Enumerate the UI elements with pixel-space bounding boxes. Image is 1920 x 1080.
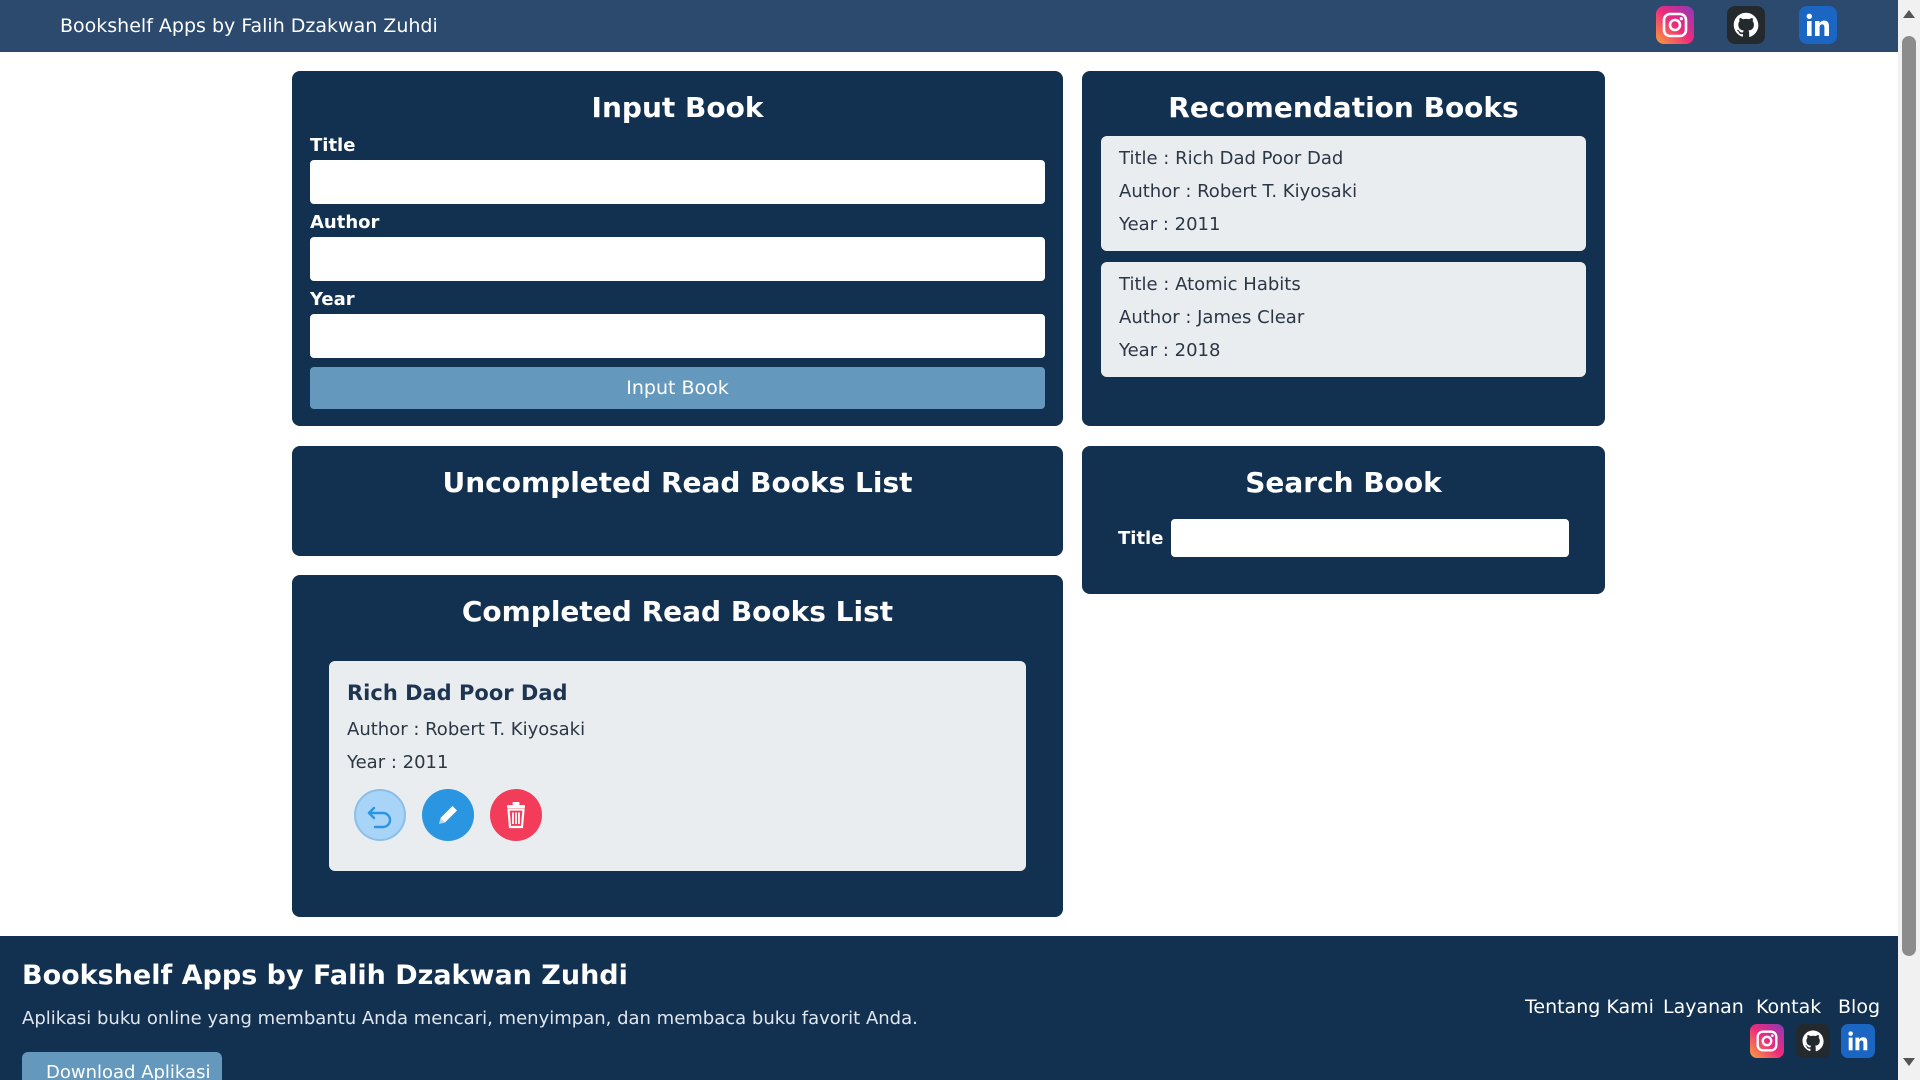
instagram-icon[interactable] — [1656, 6, 1694, 44]
delete-button[interactable] — [490, 789, 542, 841]
book-title: Rich Dad Poor Dad — [347, 681, 568, 705]
search-input[interactable] — [1171, 519, 1569, 557]
edit-icon — [439, 806, 457, 824]
rec-author: Author : Robert T. Kiyosaki — [1119, 181, 1358, 202]
footer-title: Bookshelf Apps by Falih Dzakwan Zuhdi — [22, 960, 628, 991]
page-scrollbar[interactable] — [1898, 0, 1920, 1080]
rec-author: Author : James Clear — [1119, 307, 1305, 328]
search-book-panel: Search Book Title — [1082, 446, 1605, 594]
top-navbar: Bookshelf Apps by Falih Dzakwan Zuhdi — [0, 0, 1898, 52]
recommendation-panel: Recomendation Books Title : Rich Dad Poo… — [1082, 71, 1605, 426]
rec-year: Year : 2018 — [1119, 340, 1221, 361]
app-title[interactable]: Bookshelf Apps by Falih Dzakwan Zuhdi — [60, 15, 438, 37]
author-label: Author — [310, 212, 380, 233]
completed-book-card: Rich Dad Poor Dad Author : Robert T. Kiy… — [329, 661, 1026, 871]
undo-button[interactable] — [354, 789, 406, 841]
completed-books-panel: Completed Read Books List Rich Dad Poor … — [292, 575, 1063, 917]
uncompleted-books-panel: Uncompleted Read Books List — [292, 446, 1063, 556]
input-book-panel: Input Book Title Author Year Input Book — [292, 71, 1063, 426]
rec-year: Year : 2011 — [1119, 214, 1221, 235]
year-label: Year — [310, 289, 355, 310]
footer-description: Aplikasi buku online yang membantu Anda … — [22, 1008, 918, 1029]
book-author: Author : Robert T. Kiyosaki — [347, 719, 586, 740]
github-icon[interactable] — [1727, 6, 1765, 44]
undo-icon — [367, 806, 392, 829]
footer: Bookshelf Apps by Falih Dzakwan Zuhdi Ap… — [0, 936, 1898, 1080]
footer-link-tentang-kami[interactable]: Tentang Kami — [1525, 996, 1654, 1018]
edit-button[interactable] — [422, 789, 474, 841]
search-heading: Search Book — [1245, 466, 1442, 499]
input-book-heading: Input Book — [591, 91, 764, 124]
year-input[interactable] — [310, 314, 1045, 358]
download-app-button[interactable]: Download Aplikasi — [22, 1052, 222, 1080]
completed-heading: Completed Read Books List — [461, 595, 894, 628]
scroll-up-arrow-icon[interactable] — [1903, 10, 1915, 18]
title-input[interactable] — [310, 160, 1045, 204]
footer-instagram-icon[interactable] — [1750, 1024, 1784, 1058]
book-year: Year : 2011 — [347, 752, 449, 773]
author-input[interactable] — [310, 237, 1045, 281]
rec-title: Title : Atomic Habits — [1119, 274, 1301, 295]
title-label: Title — [310, 135, 356, 156]
scroll-thumb[interactable] — [1902, 36, 1916, 956]
footer-link-kontak[interactable]: Kontak — [1756, 996, 1821, 1018]
trash-icon — [507, 802, 525, 829]
linkedin-icon[interactable] — [1799, 6, 1837, 44]
footer-linkedin-icon[interactable] — [1841, 1024, 1875, 1058]
rec-title: Title : Rich Dad Poor Dad — [1119, 148, 1344, 169]
recommendation-card[interactable]: Title : Atomic Habits Author : James Cle… — [1101, 262, 1586, 377]
footer-link-blog[interactable]: Blog — [1838, 996, 1880, 1018]
recommendation-card[interactable]: Title : Rich Dad Poor Dad Author : Rober… — [1101, 136, 1586, 251]
scroll-down-arrow-icon[interactable] — [1903, 1058, 1915, 1066]
footer-github-icon[interactable] — [1796, 1024, 1830, 1058]
footer-link-layanan[interactable]: Layanan — [1663, 996, 1744, 1018]
input-book-button[interactable]: Input Book — [310, 367, 1045, 409]
recommendation-heading: Recomendation Books — [1168, 91, 1519, 124]
uncompleted-heading: Uncompleted Read Books List — [442, 466, 913, 499]
search-title-label: Title — [1118, 528, 1164, 549]
